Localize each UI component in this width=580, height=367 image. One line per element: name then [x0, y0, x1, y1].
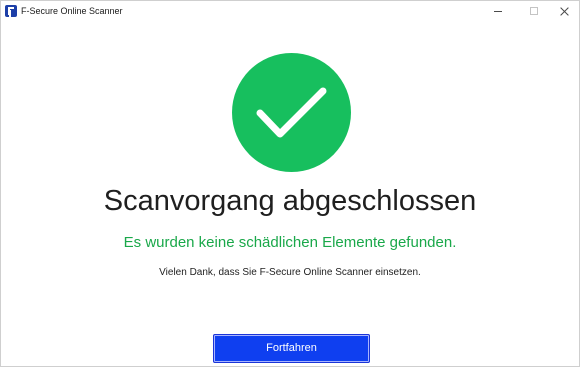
close-button[interactable]	[549, 1, 579, 21]
continue-button[interactable]: Fortfahren	[213, 334, 370, 363]
scan-complete-heading: Scanvorgang abgeschlossen	[103, 185, 477, 217]
close-icon	[560, 7, 569, 16]
title-bar[interactable]: F-Secure Online Scanner	[1, 1, 579, 21]
minimize-icon	[494, 10, 502, 12]
scan-result-message: Es wurden keine schädlichen Elemente gef…	[123, 234, 457, 251]
thank-you-message: Vielen Dank, dass Sie F-Secure Online Sc…	[159, 267, 421, 278]
scanner-window: F-Secure Online Scanner Scanvorgang abge…	[0, 0, 580, 367]
minimize-button[interactable]	[483, 1, 513, 21]
success-status-indicator	[232, 53, 351, 172]
window-title: F-Secure Online Scanner	[21, 6, 123, 16]
maximize-icon	[530, 7, 538, 15]
f-secure-logo-icon	[5, 5, 17, 17]
checkmark-icon	[256, 87, 327, 138]
maximize-button[interactable]	[519, 1, 549, 21]
